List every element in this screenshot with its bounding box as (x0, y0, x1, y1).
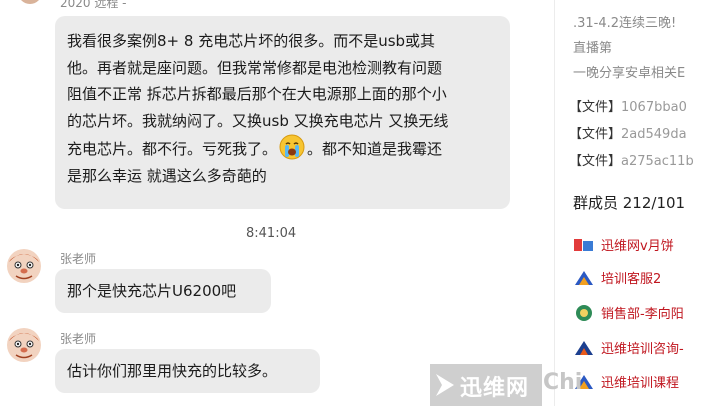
message-line: 的芯片坏。我就纳闷了。又换usb 又换充电芯片 又换无线 (67, 111, 449, 130)
avatar[interactable] (6, 327, 42, 363)
message-line: 充电芯片。都不行。亏死我了。 。都不知道是我霉还 (67, 134, 498, 163)
file-tag: 【文件】 (569, 127, 622, 142)
file-item[interactable]: 【文件】1067bba0 (569, 96, 687, 115)
member-count-title: 群成员 212/101 (573, 194, 686, 212)
avatar[interactable] (6, 248, 42, 284)
member-avatar-icon (576, 305, 592, 321)
member-name: 销售部-李向阳 (601, 307, 684, 322)
member-item[interactable]: 培训客服2 (573, 268, 661, 287)
play-arrow-icon (436, 374, 454, 396)
member-item[interactable]: 销售部-李向阳 (573, 303, 684, 322)
message-line: 他。再者就是座问题。但我常常修都是电池检测教有问题 (67, 58, 443, 77)
message-sender-name: 张老师 (60, 332, 97, 346)
crying-emoji-icon (279, 134, 305, 160)
file-name[interactable]: 2ad549da (621, 127, 687, 142)
message-bubble: 那个是快充芯片U6200吧 (55, 269, 271, 313)
member-avatar-icon (575, 271, 593, 285)
member-avatar-icon (575, 341, 593, 355)
message-bubble: 我看很多案例8+ 8 充电芯片坏的很多。而不是usb或其 他。再者就是座问题。但… (55, 16, 510, 209)
file-tag: 【文件】 (569, 100, 622, 115)
watermark-text: 迅维网 (460, 376, 530, 401)
member-item[interactable]: 迅维培训咨询- (573, 338, 684, 357)
message-line: 是那么幸运 就遇这么多奇葩的 (67, 166, 267, 185)
message-bubble: 估计你们那里用快充的比较多。 (55, 349, 320, 393)
member-avatar-icon (574, 239, 593, 251)
site-watermark: 迅维网 Chi (430, 364, 703, 406)
member-item[interactable]: 迅维网v月饼 (573, 235, 674, 254)
chat-area: 2020 远程 - 我看很多案例8+ 8 充电芯片坏的很多。而不是usb或其 他… (0, 0, 553, 406)
message-text: 。都不知道是我霉还 (307, 140, 443, 158)
file-name[interactable]: a275ac11b (621, 154, 694, 169)
file-item[interactable]: 【文件】a275ac11b (569, 150, 694, 169)
message-line: 阻值不正常 拆芯片拆都最后那个在大电源那上面的那个小 (67, 85, 447, 103)
member-name: 培训客服2 (601, 272, 662, 287)
announcement-line: .31-4.2连续三晚! (573, 16, 677, 31)
announcement-line: 一晚分享安卓相关E (573, 66, 686, 81)
file-tag: 【文件】 (569, 154, 622, 169)
message-sender-name: 张老师 (60, 252, 97, 266)
member-name: 迅维网v月饼 (601, 239, 674, 254)
message-line: 我看很多案例8+ 8 充电芯片坏的很多。而不是usb或其 (67, 32, 436, 50)
file-name[interactable]: 1067bba0 (621, 100, 687, 115)
message-timestamp: 8:41:04 (246, 226, 297, 241)
announcement-line: 直播第 (573, 41, 613, 56)
message-sender-name: 2020 远程 - (60, 0, 127, 10)
watermark-latin-text: Chi (543, 370, 583, 395)
file-item[interactable]: 【文件】2ad549da (569, 123, 687, 142)
member-name: 迅维培训咨询- (601, 342, 684, 357)
avatar-partial[interactable] (16, 0, 44, 6)
message-text: 充电芯片。都不行。亏死我了。 (67, 140, 278, 158)
